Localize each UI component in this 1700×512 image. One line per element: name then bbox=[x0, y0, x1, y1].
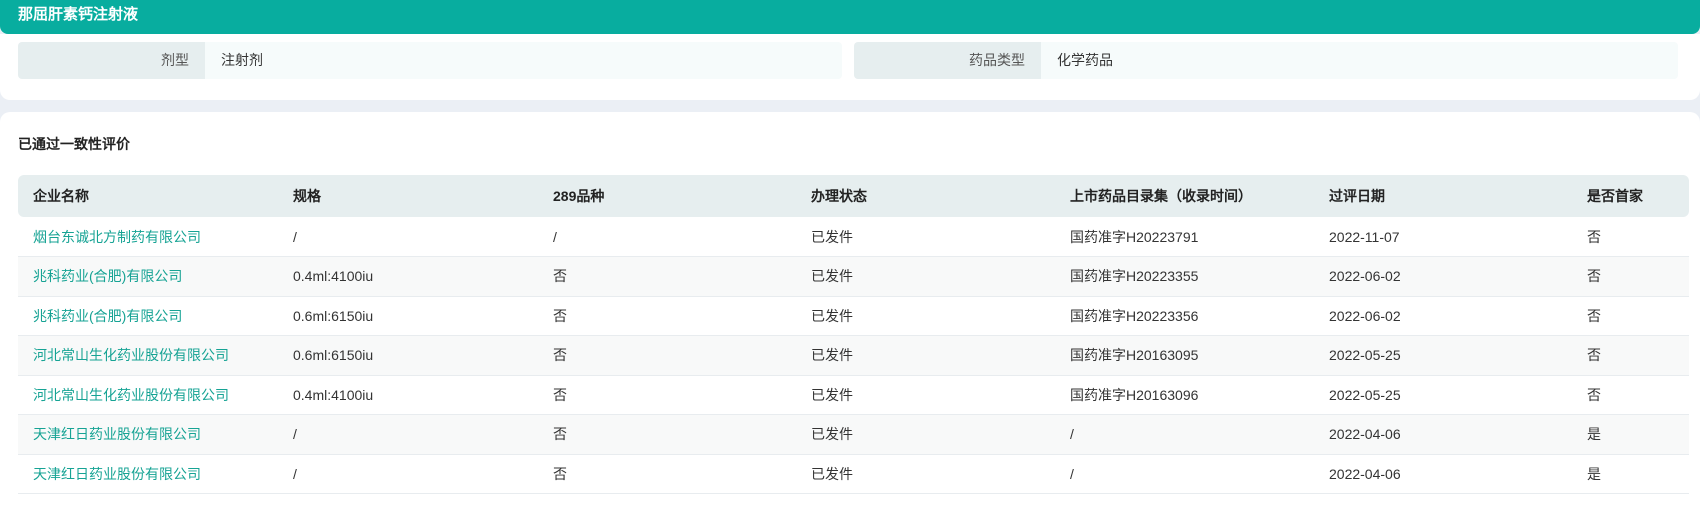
table-cell: / bbox=[278, 454, 538, 494]
table-cell: 否 bbox=[1572, 256, 1689, 297]
table-cell: 否 bbox=[1572, 335, 1689, 376]
table-cell: 2022-04-06 bbox=[1314, 454, 1572, 494]
info-label: 药品类型 bbox=[854, 42, 1041, 79]
table-cell: 是 bbox=[1572, 454, 1689, 494]
company-link[interactable]: 河北常山生化药业股份有限公司 bbox=[18, 375, 278, 415]
table-cell: 否 bbox=[538, 335, 796, 376]
table-cell: 否 bbox=[1572, 375, 1689, 415]
table-row: 烟台东诚北方制药有限公司 / / 已发件 国药准字H20223791 2022-11-07… bbox=[18, 217, 1689, 257]
table-row: 天津红日药业股份有限公司 / 否已发件/2022-04-06 是 bbox=[18, 454, 1689, 494]
column-header: 是否首家 bbox=[1572, 175, 1689, 217]
table-row: 兆科药业(合肥)有限公司 0.6ml:6150iu 否已发件 国药准字H2022335… bbox=[18, 296, 1689, 336]
column-header: 办理状态 bbox=[796, 175, 1055, 217]
company-link[interactable]: 烟台东诚北方制药有限公司 bbox=[18, 217, 278, 257]
table-cell: 否 bbox=[538, 296, 796, 336]
section-title: 已通过一致性评价 bbox=[18, 136, 130, 152]
company-link[interactable]: 兆科药业(合肥)有限公司 bbox=[18, 296, 278, 336]
info-dosage-form: 剂型 注射剂 bbox=[18, 42, 842, 79]
info-label: 剂型 bbox=[18, 42, 205, 79]
table-cell: 2022-06-02 bbox=[1314, 256, 1572, 297]
table-header-row: 企业名称 规格 289品种 办理状态 上市药品目录集（收录时间） 过评日期 是否首家 bbox=[18, 175, 1689, 217]
column-header: 规格 bbox=[278, 175, 538, 217]
table-cell: 否 bbox=[538, 256, 796, 297]
column-header: 过评日期 bbox=[1314, 175, 1572, 217]
table-cell: 国药准字H20223355 bbox=[1055, 256, 1314, 297]
evaluation-table: 企业名称 规格 289品种 办理状态 上市药品目录集（收录时间） 过评日期 是否首家 烟台东… bbox=[18, 175, 1689, 494]
table-cell: 已发件 bbox=[796, 217, 1055, 257]
table-cell: 国药准字H20223791 bbox=[1055, 217, 1314, 257]
table-cell: 2022-05-25 bbox=[1314, 375, 1572, 415]
table-cell: 已发件 bbox=[796, 256, 1055, 297]
table-cell: 2022-06-02 bbox=[1314, 296, 1572, 336]
table-cell: 已发件 bbox=[796, 296, 1055, 336]
table-cell: / bbox=[1055, 414, 1314, 455]
column-header: 289品种 bbox=[538, 175, 796, 217]
table-cell: 0.4ml:4100iu bbox=[278, 375, 538, 415]
table-cell: 2022-11-07 bbox=[1314, 217, 1572, 257]
table-cell: / bbox=[1055, 454, 1314, 494]
company-link[interactable]: 天津红日药业股份有限公司 bbox=[18, 454, 278, 494]
table-cell: 否 bbox=[1572, 296, 1689, 336]
table-row: 河北常山生化药业股份有限公司 0.6ml:6150iu 否已发件 国药准字H20163… bbox=[18, 335, 1689, 376]
table-cell: 否 bbox=[538, 414, 796, 455]
table-cell: 0.6ml:6150iu bbox=[278, 296, 538, 336]
company-link[interactable]: 河北常山生化药业股份有限公司 bbox=[18, 335, 278, 376]
drug-info-card: 剂型 注射剂 药品类型 化学药品 bbox=[0, 34, 1700, 100]
table-cell: 国药准字H20163096 bbox=[1055, 375, 1314, 415]
table-cell: 0.4ml:4100iu bbox=[278, 256, 538, 297]
info-drug-type: 药品类型 化学药品 bbox=[854, 42, 1678, 79]
table-row: 兆科药业(合肥)有限公司 0.4ml:4100iu 否已发件 国药准字H2022335… bbox=[18, 256, 1689, 297]
table-cell: 2022-04-06 bbox=[1314, 414, 1572, 455]
table-row: 天津红日药业股份有限公司 / 否已发件/2022-04-06 是 bbox=[18, 414, 1689, 455]
table-row: 河北常山生化药业股份有限公司 0.4ml:4100iu 否已发件 国药准字H20163… bbox=[18, 375, 1689, 415]
table-cell: / bbox=[538, 217, 796, 257]
company-link[interactable]: 天津红日药业股份有限公司 bbox=[18, 414, 278, 455]
table-cell: 已发件 bbox=[796, 335, 1055, 376]
table-cell: 否 bbox=[538, 375, 796, 415]
table-cell: 0.6ml:6150iu bbox=[278, 335, 538, 376]
table-cell: 2022-05-25 bbox=[1314, 335, 1572, 376]
table-cell: 已发件 bbox=[796, 454, 1055, 494]
table-cell: / bbox=[278, 414, 538, 455]
table-cell: 已发件 bbox=[796, 414, 1055, 455]
column-header: 企业名称 bbox=[18, 175, 278, 217]
table-cell: 否 bbox=[1572, 217, 1689, 257]
table-cell: 国药准字H20163095 bbox=[1055, 335, 1314, 376]
table-cell: / bbox=[278, 217, 538, 257]
info-value: 化学药品 bbox=[1041, 42, 1678, 79]
table-cell: 否 bbox=[538, 454, 796, 494]
table-cell: 已发件 bbox=[796, 375, 1055, 415]
consistency-evaluation-card: 已通过一致性评价 企业名称 规格 289品种 办理状态 上市药品目录集（收录时间） 过评日… bbox=[0, 112, 1700, 512]
info-value: 注射剂 bbox=[205, 42, 842, 79]
table-cell: 国药准字H20223356 bbox=[1055, 296, 1314, 336]
company-link[interactable]: 兆科药业(合肥)有限公司 bbox=[18, 256, 278, 297]
table-cell: 是 bbox=[1572, 414, 1689, 455]
column-header: 上市药品目录集（收录时间） bbox=[1055, 175, 1314, 217]
page-title: 那屈肝素钙注射液 bbox=[0, 0, 1700, 34]
